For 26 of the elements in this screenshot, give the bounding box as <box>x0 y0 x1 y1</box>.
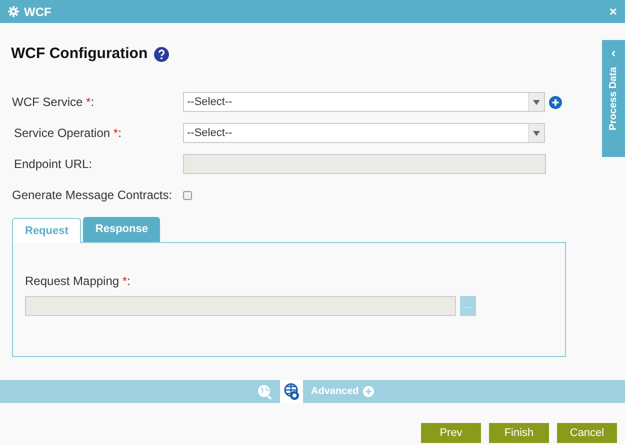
field-label: Service Operation *: <box>13 126 122 140</box>
gear-icon <box>8 6 19 17</box>
process-data-tab[interactable]: ‹ Process Data <box>602 40 625 157</box>
select-field[interactable]: --Select-- <box>183 123 545 143</box>
advanced-label[interactable]: Advanced <box>311 384 359 399</box>
field-label: WCF Service *: <box>12 95 94 109</box>
tab[interactable]: Request <box>12 218 82 243</box>
checkbox[interactable] <box>183 190 192 200</box>
page-heading: WCF Configuration <box>11 44 148 64</box>
window-title: WCF <box>24 4 52 20</box>
close-button[interactable]: × <box>609 5 617 18</box>
field-label: Generate Message Contracts: <box>12 188 172 202</box>
globe-gear-icon <box>284 382 300 400</box>
plus-icon[interactable] <box>549 96 562 108</box>
field-label: Request Mapping *: <box>25 274 130 288</box>
toolbar-icon-button[interactable] <box>280 380 303 403</box>
help-icon[interactable] <box>154 46 169 62</box>
action-button[interactable]: Finish <box>489 423 549 443</box>
tab[interactable]: Response <box>83 217 160 242</box>
dropdown-caret-icon <box>528 124 544 142</box>
field-label: Endpoint URL: <box>13 157 92 171</box>
action-button[interactable]: Cancel <box>557 423 617 443</box>
select-field[interactable]: --Select-- <box>183 92 545 112</box>
dropdown-caret-icon <box>528 93 544 111</box>
browse-button[interactable]: ... <box>460 296 476 316</box>
action-button[interactable]: Prev <box>421 423 481 443</box>
